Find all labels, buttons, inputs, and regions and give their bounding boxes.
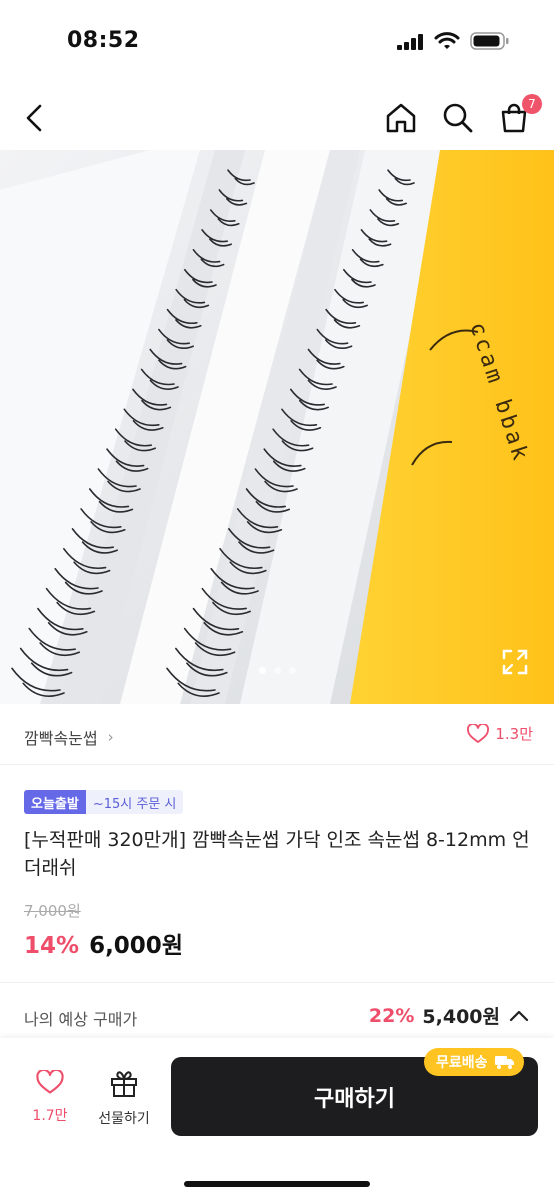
- carousel-dots: [0, 667, 554, 674]
- today-shipping-badge: 오늘출발: [24, 790, 86, 814]
- expected-price-toggle[interactable]: 22% 5,400원: [369, 1002, 530, 1029]
- price-row: 14% 6,000원: [24, 926, 183, 960]
- divider: [0, 982, 554, 983]
- brand-name: 깜빡속눈썹: [24, 729, 98, 748]
- gift-button[interactable]: 선물하기: [92, 1070, 156, 1128]
- gift-label: 선물하기: [98, 1111, 150, 1127]
- signal-icon: [397, 34, 423, 50]
- free-shipping-label: 무료배송: [436, 1055, 488, 1071]
- product-image[interactable]: ccam bbak: [0, 150, 554, 704]
- discount-rate: 14%: [24, 933, 80, 959]
- back-button[interactable]: [12, 96, 56, 140]
- carousel-dot[interactable]: [273, 667, 281, 674]
- like-count: 1.7만: [32, 1108, 68, 1124]
- brand-row: 깜빡속눈썹 › 1.3만: [0, 705, 554, 765]
- home-icon: [386, 103, 416, 133]
- eyelash-product-photo: ccam bbak: [0, 150, 554, 704]
- battery-icon: [470, 32, 509, 50]
- truck-icon: [494, 1056, 514, 1069]
- search-button[interactable]: [436, 96, 480, 140]
- chevron-right-icon: ›: [107, 728, 114, 746]
- delivery-badges: 오늘출발 ~15시 주문 시: [24, 790, 184, 814]
- carousel-dot[interactable]: [288, 667, 296, 674]
- brand-like-count: 1.3만: [495, 725, 533, 743]
- order-cutoff-badge: ~15시 주문 시: [85, 790, 184, 814]
- brand-like-button[interactable]: 1.3만: [467, 723, 533, 744]
- cart-count-badge: 7: [522, 94, 542, 114]
- home-indicator: [184, 1181, 370, 1187]
- product-title: [누적판매 320만개] 깜빡속눈썹 가닥 인조 속눈썹 8-12mm 언더래쉬: [24, 829, 530, 879]
- expected-discount: 22%: [368, 1004, 415, 1027]
- original-price: 7,000원: [24, 902, 81, 920]
- brand-link[interactable]: 깜빡속눈썹 ›: [24, 725, 114, 749]
- cart-button[interactable]: 7: [492, 94, 542, 140]
- expected-price-label: 나의 예상 구매가: [24, 1010, 138, 1029]
- expected-price: 5,400원: [422, 1006, 500, 1028]
- expected-price-row: 나의 예상 구매가 22% 5,400원: [0, 996, 554, 1040]
- carousel-dot[interactable]: [258, 667, 266, 674]
- free-shipping-badge: 무료배송: [424, 1048, 524, 1076]
- wifi-icon: [434, 32, 460, 49]
- home-button[interactable]: [379, 96, 423, 140]
- top-nav: 7: [0, 86, 554, 150]
- like-button[interactable]: 1.7만: [24, 1070, 76, 1125]
- heart-icon: [36, 1070, 64, 1094]
- sale-price: 6,000원: [89, 933, 183, 959]
- gift-icon: [111, 1071, 137, 1097]
- status-bar: 08:52: [0, 0, 554, 80]
- chevron-left-icon: [26, 104, 42, 132]
- search-icon: [443, 103, 473, 133]
- bottom-action-bar: 1.7만 선물하기 구매하기 무료배송: [0, 1038, 554, 1200]
- status-time: 08:52: [67, 28, 140, 53]
- chevron-up-icon: [509, 1010, 529, 1021]
- heart-icon: [467, 723, 490, 743]
